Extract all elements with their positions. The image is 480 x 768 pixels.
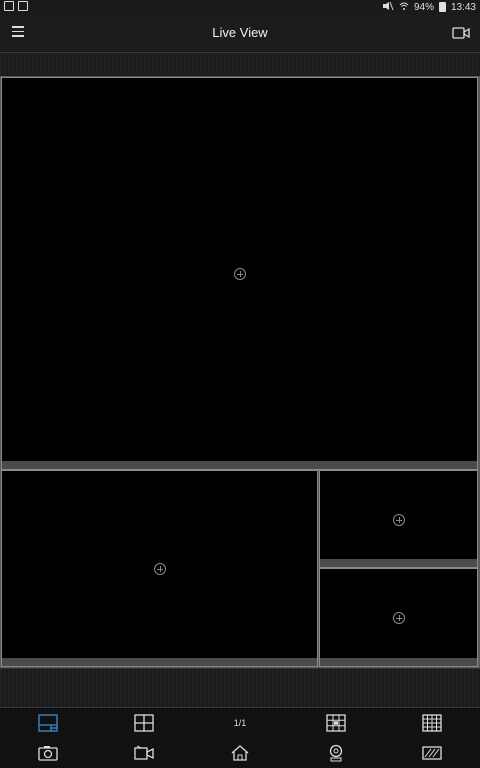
subheader-band <box>0 53 480 75</box>
camera-snapshot-icon[interactable] <box>36 742 60 764</box>
add-channel-icon[interactable] <box>234 268 246 280</box>
pane-status-bar <box>2 658 317 666</box>
mute-icon <box>382 1 394 14</box>
clock-time: 13:43 <box>450 1 476 13</box>
pane-status-bar <box>320 559 477 567</box>
app-notification-icon <box>4 1 14 11</box>
ptz-control-icon[interactable] <box>324 742 348 764</box>
image-quality-icon[interactable] <box>420 742 444 764</box>
pane-status-bar <box>2 461 477 469</box>
image-notification-icon <box>18 1 28 11</box>
layout-9-grid-icon[interactable] <box>324 712 348 734</box>
home-icon[interactable] <box>228 742 252 764</box>
live-view-grid <box>0 76 480 668</box>
wifi-icon <box>399 1 409 14</box>
video-record-icon[interactable] <box>132 742 156 764</box>
layout-toolbar: 1/1 <box>0 707 480 739</box>
status-bar: 94% 13:43 <box>0 0 480 14</box>
pane-status-bar <box>320 658 477 666</box>
view-pane-1[interactable] <box>1 77 478 470</box>
page-indicator: 1/1 <box>233 718 247 728</box>
view-pane-2[interactable] <box>1 470 318 667</box>
app-bar: Live View <box>0 14 480 53</box>
add-channel-icon[interactable] <box>154 563 166 575</box>
video-record-icon[interactable] <box>452 26 470 40</box>
battery-icon <box>438 2 446 12</box>
layout-4-grid-icon[interactable] <box>132 712 156 734</box>
action-toolbar <box>0 738 480 768</box>
layout-1plus3-icon[interactable] <box>36 712 60 734</box>
layout-16-grid-icon[interactable] <box>420 712 444 734</box>
add-channel-icon[interactable] <box>393 612 405 624</box>
lower-band <box>0 668 480 707</box>
page-title: Live View <box>212 25 268 40</box>
add-channel-icon[interactable] <box>393 514 405 526</box>
battery-percent: 94% <box>413 1 434 13</box>
view-pane-4[interactable] <box>319 568 478 667</box>
view-pane-3[interactable] <box>319 470 478 568</box>
